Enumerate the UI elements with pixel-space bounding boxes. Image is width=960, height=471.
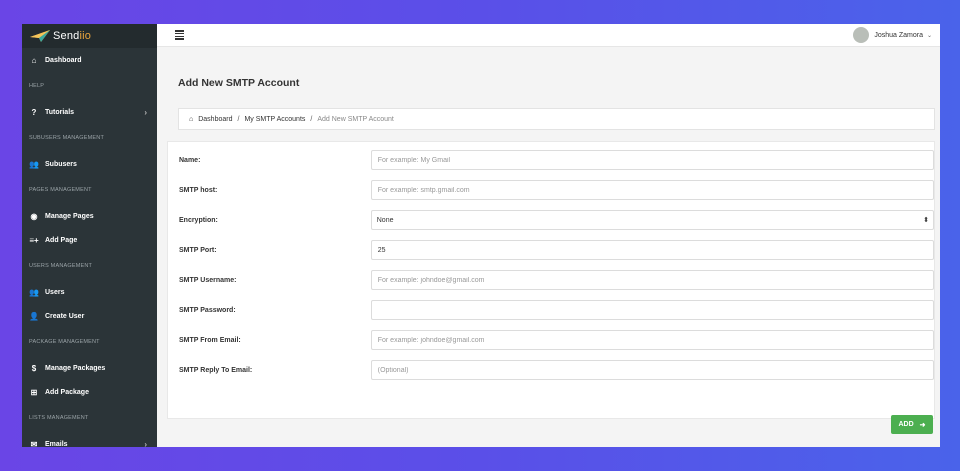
breadcrumb-current: Add New SMTP Account — [317, 115, 394, 123]
sidebar-item-users[interactable]: 👥 Users — [22, 280, 157, 304]
brand-name: Sendiio — [53, 30, 92, 42]
sidebar-item-subusers[interactable]: 👥 Subusers — [22, 152, 157, 176]
breadcrumb: ⌂ Dashboard / My SMTP Accounts / Add New… — [178, 108, 935, 130]
sidebar-section-header: PAGES MANAGEMENT — [29, 187, 92, 193]
sidebar-item-label: Create User — [45, 312, 85, 320]
plus-square-icon: ⊞ — [30, 387, 38, 397]
sidebar-item-label: Manage Packages — [45, 364, 106, 372]
home-icon: ⌂ — [31, 55, 37, 65]
sidebar-section-header: LISTS MANAGEMENT — [29, 415, 89, 421]
smtp-username-label: SMTP Username: — [179, 276, 237, 284]
sidebar-item-emails[interactable]: ✉ Emails › — [22, 432, 157, 448]
form-row-reply-to: SMTP Reply To Email: — [179, 360, 934, 380]
sidebar-section-header: PACKAGE MANAGEMENT — [29, 339, 100, 345]
add-button-label: ADD — [898, 421, 914, 428]
envelope-icon: ✉ — [30, 439, 38, 448]
users-icon: 👥 — [29, 287, 39, 297]
smtp-username-input[interactable] — [370, 270, 934, 290]
form-row-encryption: Encryption: None ⬍ — [179, 210, 934, 230]
encryption-selected: None — [376, 216, 394, 224]
sidebar-section-header: HELP — [29, 83, 45, 89]
smtp-password-input[interactable] — [370, 300, 934, 320]
form-row-username: SMTP Username: — [179, 270, 934, 290]
menu-toggle-icon[interactable] — [175, 30, 184, 40]
smtp-form: Name: SMTP host: Encryption: None ⬍ SMTP… — [167, 141, 935, 434]
user-menu[interactable]: Joshua Zamora ⌄ — [853, 27, 932, 43]
sidebar-section-header: USERS MANAGEMENT — [29, 263, 93, 269]
sidebar-item-label: Dashboard — [45, 56, 82, 64]
arrow-right-icon: ➜ — [919, 421, 926, 429]
smtp-reply-to-input[interactable] — [370, 360, 934, 380]
sidebar: Sendiio ⌂ Dashboard HELP? Tutorials › SUBUSER… — [22, 24, 157, 447]
chevron-right-icon: › — [144, 107, 147, 117]
sidebar-item-manage-packages[interactable]: $ Manage Packages — [22, 356, 157, 380]
add-button[interactable]: ADD ➜ — [891, 415, 933, 434]
home-icon: ⌂ — [189, 115, 194, 123]
sidebar-item-add-page[interactable]: ≡+ Add Page — [22, 228, 157, 252]
chevron-down-icon: ⌄ — [926, 32, 932, 39]
users-icon: 👥 — [29, 159, 39, 169]
sidebar-item-label: Add Page — [45, 236, 78, 244]
page-title: Add New SMTP Account — [178, 77, 300, 89]
name-input[interactable] — [370, 150, 934, 170]
chevron-right-icon: › — [144, 439, 147, 448]
user-name: Joshua Zamora — [874, 31, 923, 39]
smtp-from-email-input[interactable] — [370, 330, 934, 350]
name-label: Name: — [179, 156, 201, 164]
smtp-reply-to-label: SMTP Reply To Email: — [179, 366, 253, 374]
smtp-from-email-label: SMTP From Email: — [179, 336, 241, 344]
brand-logo[interactable]: Sendiio — [22, 24, 157, 48]
sidebar-item-label: Tutorials — [45, 108, 75, 116]
sidebar-nav: ⌂ Dashboard HELP? Tutorials › SUBUSERS MANAGE… — [22, 48, 157, 448]
smtp-port-label: SMTP Port: — [179, 246, 217, 254]
encryption-select[interactable]: None ⬍ — [370, 210, 934, 230]
sidebar-item-add-package[interactable]: ⊞ Add Package — [22, 380, 157, 404]
user-add-icon: 👤 — [29, 311, 39, 321]
form-row-name: Name: — [179, 150, 934, 170]
sidebar-item-label: Add Package — [45, 388, 89, 396]
select-arrows-icon: ⬍ — [923, 217, 929, 224]
paper-plane-icon — [30, 30, 50, 42]
dollar-circle-icon: $ — [31, 363, 37, 373]
smtp-password-label: SMTP Password: — [179, 306, 236, 314]
smtp-port-input[interactable] — [370, 240, 934, 260]
globe-icon: ◉ — [30, 211, 38, 221]
smtp-host-input[interactable] — [370, 180, 934, 200]
sidebar-item-create-user[interactable]: 👤 Create User — [22, 304, 157, 328]
main-content: Joshua Zamora ⌄ Add New SMTP Account ⌂ D… — [157, 24, 940, 447]
avatar — [853, 27, 870, 43]
question-circle-icon: ? — [31, 107, 37, 117]
topbar: Joshua Zamora ⌄ — [157, 24, 940, 47]
sidebar-section-header: SUBUSERS MANAGEMENT — [29, 135, 105, 141]
sidebar-item-manage-pages[interactable]: ◉ Manage Pages — [22, 204, 157, 228]
form-row-host: SMTP host: — [179, 180, 934, 200]
breadcrumb-dashboard[interactable]: Dashboard — [198, 116, 232, 123]
encryption-label: Encryption: — [179, 216, 218, 224]
sidebar-item-label: Users — [45, 288, 65, 296]
sidebar-item-label: Manage Pages — [45, 212, 94, 220]
list-add-icon: ≡+ — [29, 235, 39, 245]
form-row-port: SMTP Port: — [179, 240, 934, 260]
sidebar-item-tutorials[interactable]: ? Tutorials › — [22, 100, 157, 124]
sidebar-item-dashboard[interactable]: ⌂ Dashboard — [22, 48, 157, 72]
breadcrumb-smtp-accounts[interactable]: My SMTP Accounts — [244, 116, 305, 123]
form-row-password: SMTP Password: — [179, 300, 934, 320]
app-window: Sendiio ⌂ Dashboard HELP? Tutorials › SUBUSER… — [22, 24, 940, 447]
sidebar-item-label: Emails — [45, 440, 68, 448]
form-row-from-email: SMTP From Email: — [179, 330, 934, 350]
smtp-host-label: SMTP host: — [179, 186, 218, 194]
sidebar-item-label: Subusers — [45, 160, 77, 168]
